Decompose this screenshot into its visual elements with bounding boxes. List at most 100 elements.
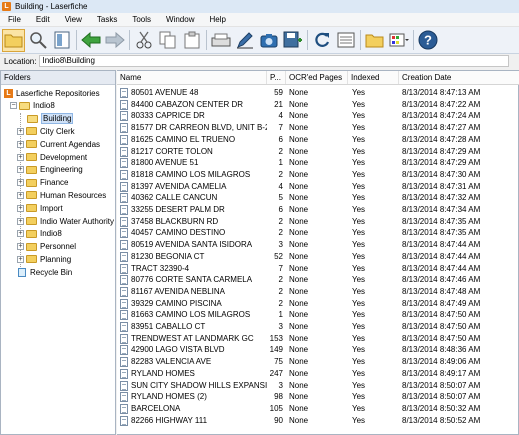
expand-icon[interactable]: + [17, 140, 24, 148]
refresh-button[interactable] [310, 29, 333, 52]
document-icon [120, 158, 128, 169]
expand-icon[interactable]: + [17, 230, 24, 238]
table-row[interactable]: 82283 VALENCIA AVE 75 None Yes 8/13/2014 8:4… [117, 356, 519, 368]
tree-item[interactable]: + Import [17, 202, 63, 214]
tree-item[interactable]: + Human Resources [17, 189, 106, 201]
column-header-pages[interactable]: P... [267, 71, 286, 84]
cell-pages: 1 [278, 158, 283, 168]
tree-item[interactable]: Building [27, 113, 74, 125]
tree-item[interactable]: + Indio8 [17, 228, 62, 240]
column-header-creation-date[interactable]: Creation Date [399, 71, 519, 84]
collapse-icon[interactable]: − [10, 102, 17, 110]
table-row[interactable]: 80519 AVENIDA SANTA ISIDORA 3 None Yes 8/13/… [117, 239, 519, 251]
tree-item[interactable]: + Engineering [17, 164, 83, 176]
location-field[interactable]: Indio8\Building [39, 55, 510, 67]
table-row[interactable]: 82266 HIGHWAY 111 90 None Yes 8/13/2014 8:50… [117, 415, 519, 427]
menu-edit[interactable]: Edit [28, 15, 57, 24]
new-folder-button[interactable] [363, 29, 386, 52]
tree-item[interactable]: + Current Agendas [17, 138, 100, 150]
tree-item[interactable]: + Finance [17, 177, 68, 189]
document-icon [120, 415, 128, 426]
table-row[interactable]: 80501 AVENUE 48 59 None Yes 8/13/2014 8:47:1… [117, 87, 519, 99]
cell-ocr: None [289, 123, 309, 133]
document-view-button[interactable] [50, 29, 73, 52]
copy-button[interactable] [156, 29, 179, 52]
menu-file[interactable]: File [0, 15, 28, 24]
help-button[interactable]: ? [416, 29, 439, 52]
cell-ocr: None [289, 380, 309, 390]
search-button[interactable] [26, 29, 49, 52]
menu-tasks[interactable]: Tasks [89, 15, 124, 24]
table-row[interactable]: 81217 CORTE TOLON 2 None Yes 8/13/2014 8:47:… [117, 146, 519, 158]
table-row[interactable]: 81663 CAMINO LOS MILAGROS 1 None Yes 8/13/20… [117, 309, 519, 321]
cut-button[interactable] [132, 29, 155, 52]
table-row[interactable]: 40362 CALLE CANCUN 5 None Yes 8/13/2014 8:47… [117, 192, 519, 204]
back-button[interactable] [79, 29, 102, 52]
tree-item[interactable]: − Indio8 [10, 100, 55, 112]
table-row[interactable]: 33255 DESERT PALM DR 6 None Yes 8/13/2014 8:… [117, 204, 519, 216]
expand-icon[interactable]: + [17, 191, 24, 199]
edit-button[interactable] [233, 29, 256, 52]
cell-ocr: None [289, 322, 309, 331]
table-row[interactable]: 81818 CAMINO LOS MILAGROS 2 None Yes 8/13/20… [117, 169, 519, 181]
tree-item[interactable]: + City Clerk [17, 125, 75, 137]
table-row[interactable]: 81167 AVENIDA NEBLINA 2 None Yes 8/13/2014 8… [117, 286, 519, 298]
table-row[interactable]: 83951 CABALLO CT 3 None Yes 8/13/2014 8:47:5… [117, 321, 519, 333]
table-row[interactable]: 42900 LAGO VISTA BLVD 149 None Yes 8/13/2014… [117, 344, 519, 356]
table-row[interactable]: 81397 AVENIDA CAMELIA 4 None Yes 8/13/2014 8… [117, 181, 519, 193]
expand-icon[interactable]: + [17, 217, 24, 225]
view-grid-button[interactable] [387, 29, 410, 52]
column-header-ocr[interactable]: OCR'ed Pages [286, 71, 348, 84]
column-header-name[interactable]: Name [117, 71, 267, 84]
table-row[interactable]: RYLAND HOMES (2) 98 None Yes 8/13/2014 8:50:… [117, 391, 519, 403]
table-row[interactable]: 80333 CAPRICE DR 4 None Yes 8/13/2014 8:47:2… [117, 110, 519, 122]
tree-item[interactable]: + Personnel [17, 241, 76, 253]
cell-ocr: None [289, 99, 309, 109]
table-row[interactable]: TRACT 32390-4 7 None Yes 8/13/2014 8:47:44 A… [117, 263, 519, 275]
table-row[interactable]: 39329 CAMINO PISCINA 2 None Yes 8/13/2014 8:… [117, 298, 519, 310]
tree-item[interactable]: + Planning [17, 253, 71, 265]
table-row[interactable]: 40457 CAMINO DESTINO 2 None Yes 8/13/2014 8:… [117, 227, 519, 239]
save-button[interactable] [281, 29, 304, 52]
table-row[interactable]: 81577 DR CARREON BLVD, UNIT B-2 7 None Yes 8… [117, 122, 519, 134]
table-row[interactable]: 37458 BLACKBURN RD 2 None Yes 8/13/2014 8:47… [117, 216, 519, 228]
tree-item[interactable]: Recycle Bin [17, 266, 72, 278]
menu-help[interactable]: Help [201, 15, 232, 24]
forward-button[interactable] [103, 29, 126, 52]
table-row[interactable]: TRENDWEST AT LANDMARK GC 153 None Yes 8/13/2… [117, 333, 519, 345]
camera-button[interactable] [257, 29, 280, 52]
cell-name: BARCELONA [131, 403, 181, 413]
refresh-icon [314, 32, 329, 47]
cell-ocr: None [289, 403, 309, 413]
scan-button[interactable] [209, 29, 232, 52]
expand-icon[interactable]: + [17, 153, 24, 161]
expand-icon[interactable]: + [17, 127, 24, 135]
table-row[interactable]: 81230 BEGONIA CT 52 None Yes 8/13/2014 8:47:… [117, 251, 519, 263]
expand-icon[interactable]: + [17, 179, 24, 187]
menu-view[interactable]: View [57, 15, 89, 24]
folder-icon [26, 242, 37, 251]
expand-icon[interactable]: + [17, 255, 24, 263]
open-folder-button[interactable] [2, 28, 25, 52]
table-row[interactable]: 84400 CABAZON CENTER DR 21 None Yes 8/13/201… [117, 99, 519, 111]
expand-icon[interactable]: + [17, 204, 24, 212]
panel-button[interactable] [334, 29, 357, 52]
table-row[interactable]: 80776 CORTE SANTA CARMELA 2 None Yes 8/13/20… [117, 274, 519, 286]
table-row[interactable]: 81800 AVENUE 51 1 None Yes 8/13/2014 8:47:29… [117, 157, 519, 169]
tree-item[interactable]: L Laserfiche Repositories [4, 87, 100, 99]
paste-button[interactable] [180, 29, 203, 52]
expand-icon[interactable]: + [17, 243, 24, 251]
folder-icon [26, 127, 37, 136]
menu-window[interactable]: Window [158, 15, 201, 24]
table-row[interactable]: 81625 CAMINO EL TRUENO 6 None Yes 8/13/2014 … [117, 134, 519, 146]
column-header-indexed[interactable]: Indexed [348, 71, 399, 84]
menu-tools[interactable]: Tools [124, 15, 158, 24]
tree-item[interactable]: + Development [17, 151, 87, 163]
table-row[interactable]: SUN CITY SHADOW HILLS EXPANSION 3 None Yes 8… [117, 380, 519, 392]
cell-name: 80333 CAPRICE DR [131, 111, 205, 121]
table-row[interactable]: RYLAND HOMES 247 None Yes 8/13/2014 8:49:17 … [117, 368, 519, 380]
tree-item[interactable]: + Indio Water Authority [17, 215, 114, 227]
cell-name: 80501 AVENUE 48 [131, 88, 199, 97]
expand-icon[interactable]: + [17, 166, 24, 174]
table-row[interactable]: BARCELONA 105 None Yes 8/13/2014 8:50:32 AM [117, 403, 519, 415]
